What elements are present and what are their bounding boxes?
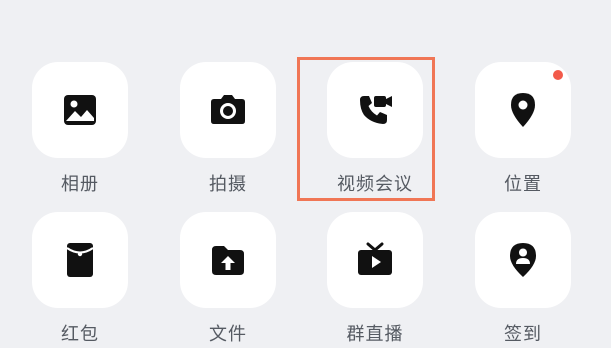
grid-item-location[interactable]: 位置 xyxy=(465,62,585,202)
location-tile[interactable] xyxy=(475,62,571,158)
file-upload-icon xyxy=(208,240,248,280)
grid-item-file[interactable]: 文件 xyxy=(170,212,290,348)
grid-item-album[interactable]: 相册 xyxy=(22,62,142,202)
more-functions-panel: 相册 拍摄 视频会议 位置 红包 文件 群直播 签到 xyxy=(0,0,611,348)
red-packet-tile[interactable] xyxy=(32,212,128,308)
live-tv-icon xyxy=(355,240,395,280)
capture-tile[interactable] xyxy=(180,62,276,158)
check-in-icon xyxy=(503,240,543,280)
group-live-label: 群直播 xyxy=(346,324,404,345)
grid-item-red-packet[interactable]: 红包 xyxy=(22,212,142,348)
album-label: 相册 xyxy=(61,174,99,195)
grid-item-video-meeting[interactable]: 视频会议 xyxy=(317,62,437,202)
video-meeting-tile[interactable] xyxy=(327,62,423,158)
file-tile[interactable] xyxy=(180,212,276,308)
photo-album-icon xyxy=(60,90,100,130)
red-envelope-icon xyxy=(60,240,100,280)
check-in-label: 签到 xyxy=(504,324,542,345)
grid-item-capture[interactable]: 拍摄 xyxy=(170,62,290,202)
grid-item-check-in[interactable]: 签到 xyxy=(465,212,585,348)
notification-badge xyxy=(553,70,563,80)
camera-icon xyxy=(208,90,248,130)
video-meeting-label: 视频会议 xyxy=(337,174,413,195)
capture-label: 拍摄 xyxy=(209,174,247,195)
grid-item-group-live[interactable]: 群直播 xyxy=(317,212,437,348)
check-in-tile[interactable] xyxy=(475,212,571,308)
video-call-icon xyxy=(355,90,395,130)
location-pin-icon xyxy=(503,90,543,130)
location-label: 位置 xyxy=(504,174,542,195)
album-tile[interactable] xyxy=(32,62,128,158)
red-packet-label: 红包 xyxy=(61,324,99,345)
group-live-tile[interactable] xyxy=(327,212,423,308)
file-label: 文件 xyxy=(209,324,247,345)
